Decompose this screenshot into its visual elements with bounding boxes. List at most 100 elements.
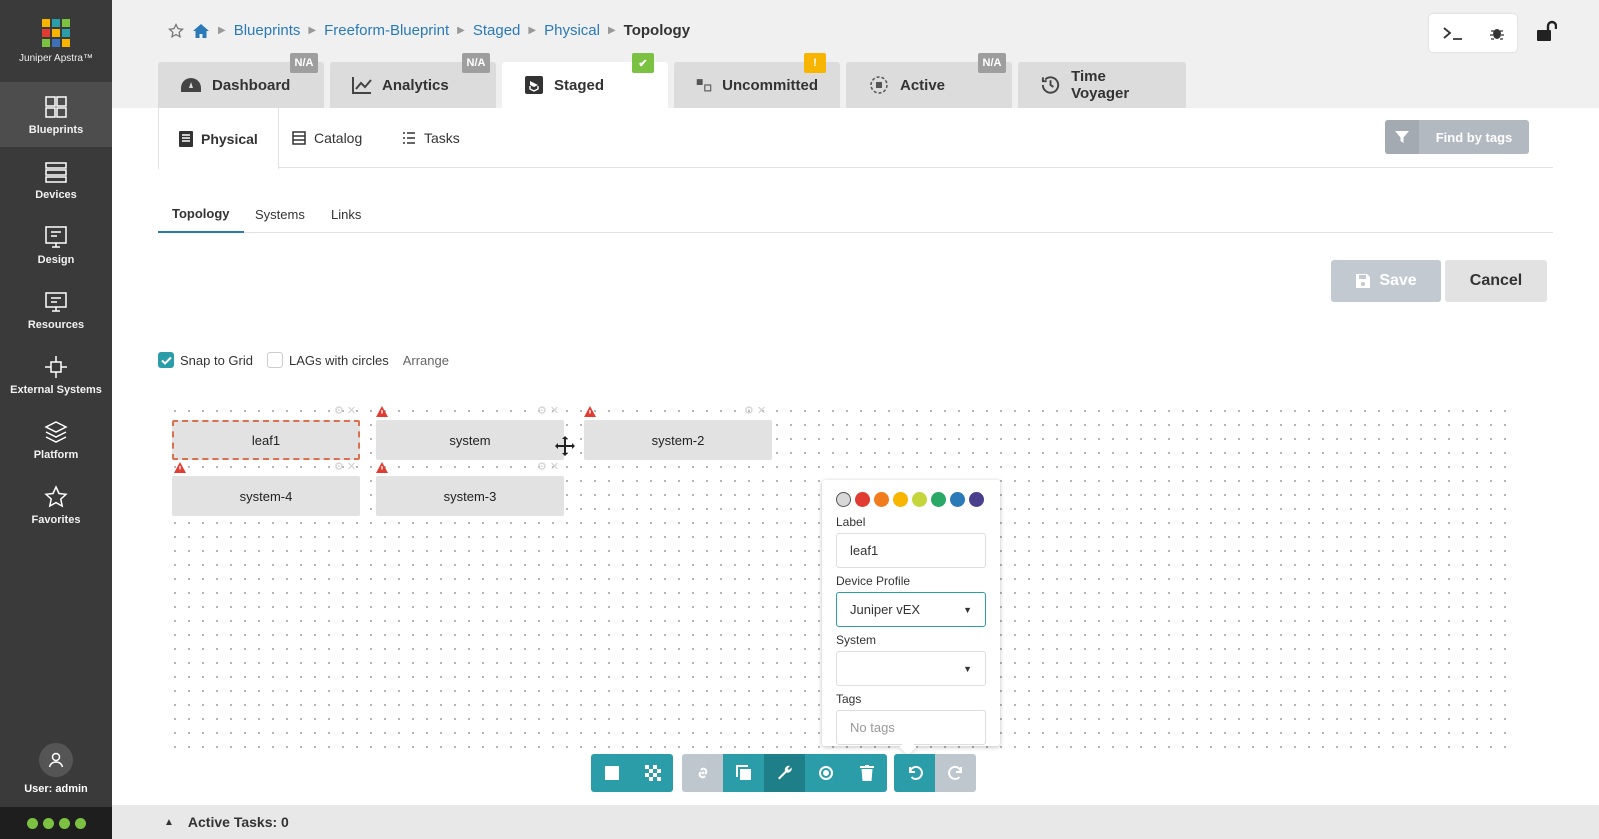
color-swatch[interactable] <box>836 492 851 507</box>
color-swatch[interactable] <box>969 492 984 507</box>
link-button[interactable] <box>682 754 723 792</box>
status-badge: ✔ <box>632 53 654 73</box>
breadcrumb-blueprint[interactable]: Freeform-Blueprint <box>324 22 449 39</box>
color-swatch[interactable] <box>912 492 927 507</box>
color-swatch[interactable] <box>950 492 965 507</box>
delete-button[interactable] <box>846 754 887 792</box>
status-dot <box>42 817 54 829</box>
caret-up-icon: ▲ <box>164 816 174 828</box>
sidebar-item-platform[interactable]: Platform <box>0 407 112 472</box>
avatar <box>39 743 73 777</box>
color-swatch[interactable] <box>874 492 889 507</box>
tags-field-title: Tags <box>836 692 862 706</box>
tab-topology[interactable]: Topology <box>158 196 244 233</box>
color-swatch[interactable] <box>931 492 946 507</box>
tab-dashboard[interactable]: Dashboard N/A <box>158 53 324 108</box>
undo-button[interactable] <box>894 754 935 792</box>
arrange-button[interactable]: Arrange <box>403 353 449 368</box>
resources-icon <box>45 291 67 312</box>
sidebar-item-resources[interactable]: Resources <box>0 277 112 342</box>
tasks-icon <box>403 132 415 144</box>
tab-active[interactable]: Active N/A <box>846 53 1012 108</box>
tab-uncommitted[interactable]: Uncommitted ! <box>674 53 840 108</box>
edit-properties-button[interactable] <box>764 754 805 792</box>
label-input-value: leaf1 <box>850 543 879 558</box>
node-system[interactable]: system <box>376 420 564 460</box>
label-input[interactable]: leaf1 <box>836 533 986 568</box>
logo-square <box>52 28 60 37</box>
clone-icon <box>735 765 751 780</box>
system-select[interactable]: ▼ <box>836 651 986 686</box>
sidebar-item-favorites[interactable]: Favorites <box>0 472 112 537</box>
apstra-logo-icon <box>42 18 70 47</box>
color-swatch[interactable] <box>855 492 870 507</box>
subtab-tasks[interactable]: Tasks <box>402 108 460 168</box>
floppy-disk-icon <box>1356 274 1371 288</box>
redo-button[interactable] <box>935 754 976 792</box>
node-tools-system-4[interactable]: ⚙ ✕ <box>334 460 356 473</box>
breadcrumb-physical[interactable]: Physical <box>544 22 600 39</box>
node-leaf1[interactable]: leaf1 <box>172 420 360 460</box>
active-tasks-label: Active Tasks: 0 <box>187 814 289 830</box>
subtab-label: Catalog <box>314 130 363 146</box>
device-profile-select[interactable]: Juniper vEX ▼ <box>836 592 986 627</box>
sidebar-item-external-systems[interactable]: External Systems <box>0 342 112 407</box>
cancel-button[interactable]: Cancel <box>1445 260 1547 302</box>
logo-square <box>52 38 60 47</box>
sidebar-item-blueprints[interactable]: Blueprints <box>0 82 112 147</box>
save-button[interactable]: Save <box>1331 260 1441 302</box>
color-swatch[interactable] <box>893 492 908 507</box>
sidebar-item-label: External Systems <box>10 383 102 396</box>
home-icon[interactable] <box>192 23 210 39</box>
warning-icon <box>584 406 596 417</box>
tags-input[interactable]: No tags <box>836 710 986 745</box>
sidebar-item-devices[interactable]: Devices <box>0 147 112 212</box>
unlock-button[interactable] <box>1535 20 1558 47</box>
system-field-title: System <box>836 633 877 647</box>
node-label: system-3 <box>443 488 497 504</box>
snap-to-grid-label[interactable]: Snap to Grid <box>180 353 253 368</box>
target-icon <box>818 766 833 780</box>
lags-with-circles-label[interactable]: LAGs with circles <box>289 353 389 368</box>
dashboard-icon <box>181 78 201 92</box>
node-tools-system-2[interactable]: ⚙ ✕ <box>744 404 766 417</box>
active-tasks-bar[interactable]: ▲ Active Tasks: 0 <box>112 805 1599 839</box>
tab-analytics[interactable]: Analytics N/A <box>330 53 496 108</box>
node-system-3[interactable]: system-3 <box>376 476 564 516</box>
snap-to-grid-checkbox[interactable] <box>158 352 174 368</box>
tab-staged[interactable]: Staged ✔ <box>502 53 668 108</box>
target-button[interactable] <box>805 754 846 792</box>
tab-systems[interactable]: Systems <box>241 196 319 233</box>
tab-links[interactable]: Links <box>317 196 375 233</box>
header-tools <box>1429 14 1517 52</box>
brand[interactable]: Juniper Apstra™ <box>0 0 112 82</box>
system-status-indicators[interactable] <box>0 807 112 839</box>
sidebar-item-label: Design <box>37 253 75 266</box>
logo-square <box>62 18 70 27</box>
sidebar-item-design[interactable]: Design <box>0 212 112 277</box>
node-tools-leaf1[interactable]: ⚙ ✕ <box>334 404 356 417</box>
terminal-icon[interactable] <box>1442 25 1464 41</box>
sidebar-item-label: Resources <box>27 318 85 331</box>
node-tools-system-3[interactable]: ⚙ ✕ <box>537 460 559 473</box>
user-menu[interactable]: User: admin <box>0 743 112 795</box>
find-by-tags-button[interactable]: Find by tags <box>1385 120 1529 154</box>
external-systems-icon <box>45 355 67 378</box>
breadcrumb-staged[interactable]: Staged <box>473 22 521 39</box>
add-node-button[interactable] <box>591 754 632 792</box>
add-pattern-button[interactable] <box>632 754 673 792</box>
subtab-physical[interactable]: Physical <box>158 108 279 169</box>
node-system-2[interactable]: system-2 <box>584 420 772 460</box>
logo-square <box>62 38 70 47</box>
status-dot <box>58 817 70 829</box>
node-tools-system[interactable]: ⚙ ✕ <box>537 404 559 417</box>
tab-time-voyager[interactable]: Time Voyager <box>1018 62 1186 108</box>
breadcrumb-blueprints[interactable]: Blueprints <box>234 22 301 39</box>
clone-button[interactable] <box>723 754 764 792</box>
node-system-4[interactable]: system-4 <box>172 476 360 516</box>
lags-with-circles-checkbox[interactable] <box>267 352 283 368</box>
bug-icon[interactable] <box>1489 25 1505 41</box>
logo-square <box>62 28 70 37</box>
subtab-catalog[interactable]: Catalog <box>292 108 362 168</box>
star-outline-icon[interactable] <box>168 22 184 39</box>
